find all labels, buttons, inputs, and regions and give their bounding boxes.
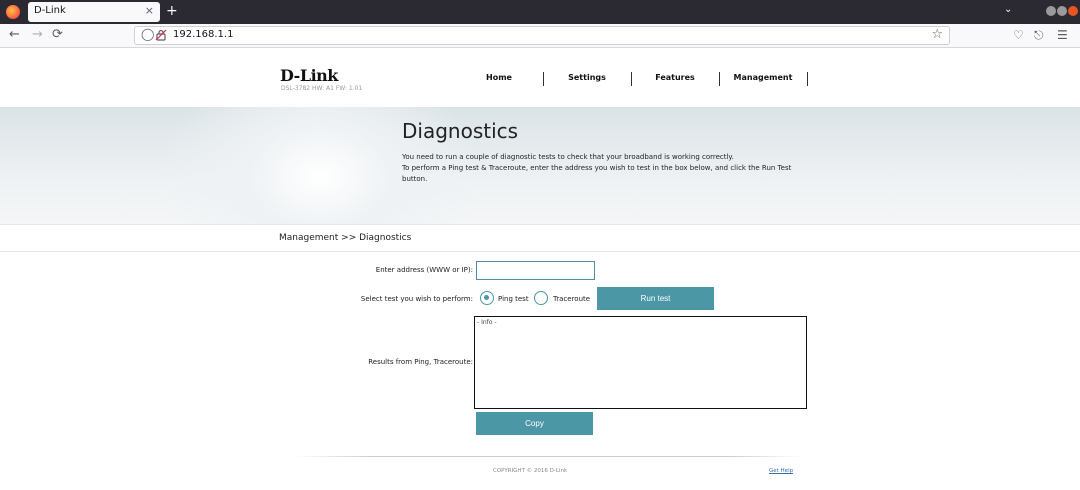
diagnostics-banner: Diagnostics You need to run a couple of … <box>0 107 1080 224</box>
menu-settings[interactable]: Settings <box>543 73 631 82</box>
run-test-button[interactable]: Run test <box>597 287 714 310</box>
browser-tab-bar: D-Link × + ⌄ <box>0 0 1080 24</box>
tab-title: D-Link <box>34 5 66 16</box>
menu-management[interactable]: Management <box>719 73 807 82</box>
close-window-button[interactable] <box>1068 6 1078 16</box>
breadcrumb: Management >> Diagnostics <box>279 233 412 243</box>
traceroute-label[interactable]: Traceroute <box>553 295 590 303</box>
get-help-link[interactable]: Get Help <box>769 468 793 474</box>
intro-line-1: You need to run a couple of diagnostic t… <box>402 153 734 161</box>
site-header: D-Link DSL-3782 HW: A1 FW: 1.01 Home Set… <box>0 49 1080 107</box>
results-textarea[interactable]: - Info - <box>474 316 807 409</box>
intro-text: You need to run a couple of diagnostic t… <box>402 152 802 185</box>
bookmark-star-icon[interactable]: ☆ <box>931 27 943 42</box>
browser-tab[interactable]: D-Link × <box>28 2 160 22</box>
url-text[interactable]: 192.168.1.1 <box>173 29 233 40</box>
address-input[interactable] <box>476 261 595 280</box>
copy-button[interactable]: Copy <box>476 412 593 435</box>
menu-icon[interactable]: ☰ <box>1057 28 1068 42</box>
page-title: Diagnostics <box>402 119 519 143</box>
browser-nav-bar: ← → ⟳ ◯ 192.168.1.1 ☆ ♡ ⎋ ☰ <box>0 24 1080 48</box>
address-label: Enter address (WWW or IP): <box>375 266 473 274</box>
dlink-logo[interactable]: D-Link <box>280 66 338 85</box>
intro-line-2: To perform a Ping test & Traceroute, ent… <box>402 164 792 183</box>
firefox-logo-icon <box>6 5 20 19</box>
menu-divider <box>807 72 808 86</box>
back-icon[interactable]: ← <box>9 27 20 43</box>
minimize-button[interactable] <box>1046 6 1056 16</box>
ping-test-label[interactable]: Ping test <box>498 295 529 303</box>
menu-features[interactable]: Features <box>631 73 719 82</box>
breadcrumb-bar: Management >> Diagnostics <box>0 224 1080 252</box>
footer-divider <box>296 456 802 457</box>
model-info: DSL-3782 HW: A1 FW: 1.01 <box>281 85 363 92</box>
results-text: - Info - <box>477 319 497 326</box>
new-tab-button[interactable]: + <box>166 3 178 19</box>
traceroute-radio[interactable] <box>534 291 548 305</box>
results-label: Results from Ping, Traceroute: <box>368 358 473 366</box>
menu-home[interactable]: Home <box>455 73 543 82</box>
maximize-button[interactable] <box>1057 6 1067 16</box>
url-bar[interactable]: ◯ 192.168.1.1 ☆ <box>134 26 950 45</box>
pocket-icon[interactable]: ♡ <box>1013 28 1024 42</box>
tracking-shield-icon[interactable]: ◯ <box>141 27 154 41</box>
reload-icon[interactable]: ⟳ <box>52 27 63 43</box>
close-tab-icon[interactable]: × <box>145 4 154 17</box>
insecure-lock-icon[interactable] <box>155 29 167 41</box>
test-type-label: Select test you wish to perform: <box>360 295 473 303</box>
extensions-icon[interactable]: ⎋ <box>1034 28 1044 43</box>
copyright-text: COPYRIGHT © 2016 D-Link <box>493 468 568 474</box>
ping-test-radio[interactable] <box>480 291 494 305</box>
tab-list-icon[interactable]: ⌄ <box>1004 4 1012 15</box>
forward-icon[interactable]: → <box>32 27 43 43</box>
